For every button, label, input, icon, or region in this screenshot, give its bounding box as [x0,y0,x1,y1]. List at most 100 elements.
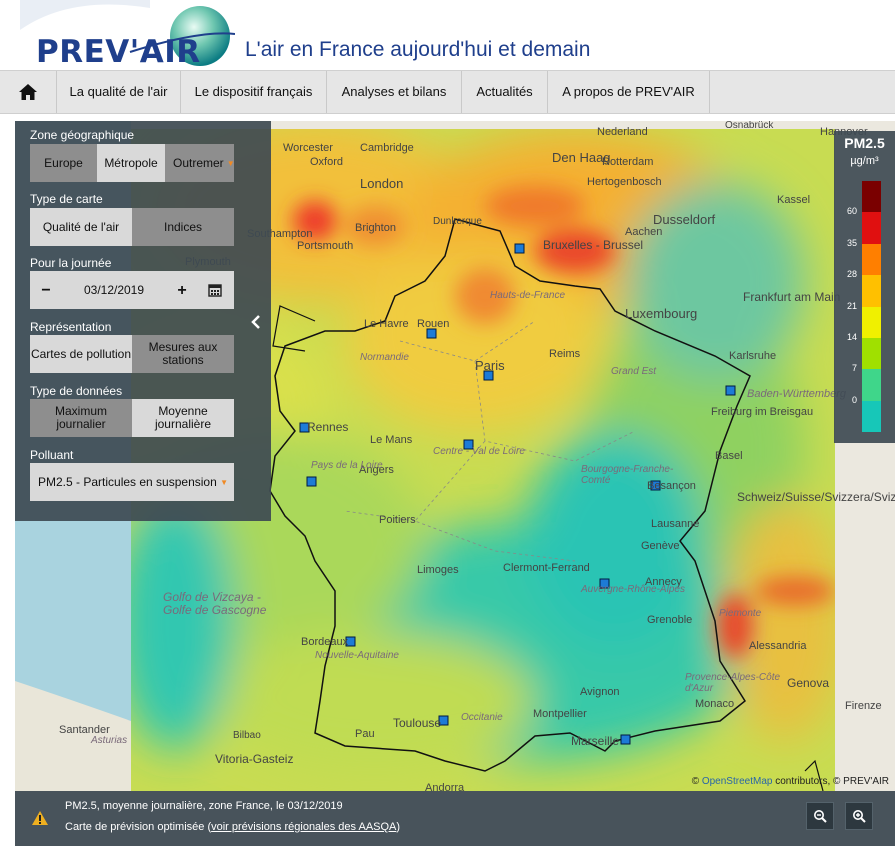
city-label: Montpellier [533,708,587,720]
city-label: Lausanne [651,518,700,530]
header: PREV'AIR L'air en France aujourd'hui et … [0,0,895,70]
legend-tick-label: 21 [846,300,857,311]
representation-mesures-button[interactable]: Mesures aux stations [132,335,234,373]
zoom-in-icon [853,810,866,823]
city-label: Firenze [845,700,882,712]
city-label: Osnabrück [725,121,774,131]
city-label: Dusseldorf [653,212,716,227]
legend-color-step [862,337,881,370]
date-increment-button[interactable]: + [172,282,192,298]
map-type-qualite-button[interactable]: Qualité de l'air [30,208,132,246]
nav-actualites[interactable]: Actualités [462,71,548,113]
station-marker [725,385,736,396]
date-decrement-button[interactable]: − [36,282,56,298]
legend-tick-label: 14 [846,331,857,342]
calendar-icon [207,284,222,297]
city-label: Paris [475,358,505,373]
nav-home[interactable] [0,71,57,113]
city-label: Brighton [355,222,396,234]
aasqa-forecast-link[interactable]: voir prévisions régionales des AASQA [211,821,396,833]
city-label: Baden-Württemberg [747,388,847,400]
collapse-panel-button[interactable] [249,314,263,330]
city-label: Rennes [307,420,349,434]
day-label: Pour la journée [30,256,112,270]
warning-icon [32,811,48,825]
nav-analyses-bilans[interactable]: Analyses et bilans [327,71,462,113]
city-label: Pau [355,728,375,740]
legend-color-step [862,243,881,276]
city-label: Schweiz/Suisse/Svizzera/Svizra [737,490,895,504]
city-label: London [360,176,404,191]
city-label: Nouvelle-Aquitaine [315,650,399,661]
city-label: Marseille [571,734,620,748]
city-label: Genova [787,676,830,690]
city-label: Luxembourg [625,306,698,321]
city-label: Freiburg im Breisgau [711,406,814,418]
legend-tick-label: 60 [846,206,857,217]
data-type-maximum-button[interactable]: Maximum journalier [30,399,132,437]
date-value: 03/12/2019 [83,282,145,297]
zoom-out-button[interactable] [806,802,834,830]
city-label: Golfo de Vizcaya - Golfe de Gascogne [163,590,267,617]
city-label: Poitiers [379,514,416,526]
legend-color-step [862,400,881,432]
representation-cartes-button[interactable]: Cartes de pollution [30,335,132,373]
nav-dispositif-francais[interactable]: Le dispositif français [181,71,327,113]
city-label: Kassel [777,194,811,206]
pollutant-select[interactable]: PM2.5 - Particules en suspension ▼ [30,463,234,501]
city-label: Andorra [425,782,465,791]
legend-title: PM2.5 [844,135,885,151]
city-label: Portsmouth [297,240,354,252]
city-label: Bilbao [233,730,261,741]
station-marker [306,476,317,487]
legend-unit: µg/m³ [850,155,879,167]
map-type-label: Type de carte [30,192,103,206]
city-label: Grand Est [611,366,657,377]
city-label: Hertogenbosch [587,176,662,188]
control-panel: Zone géographique Europe Métropole Outre… [15,121,271,521]
caret-down-icon: ▼ [220,477,228,487]
forecast-note: Carte de prévision optimisée (voir prévi… [65,821,400,833]
map-attribution: © OpenStreetMap contributors, © PREV'AIR [692,776,889,787]
city-label: Grenoble [647,614,693,626]
forecast-note-prefix: Carte de prévision optimisée ( [65,821,212,833]
city-label: Rouen [417,318,450,330]
city-label: Normandie [360,352,409,363]
city-label: Karlsruhe [729,350,777,362]
city-label: Auvergne-Rhône-Alpes [581,584,685,595]
calendar-button[interactable] [195,271,234,309]
nav-a-propos[interactable]: A propos de PREV'AIR [548,71,710,113]
zone-outremer-dropdown[interactable]: Outremer ▼ [165,144,235,182]
attribution-osm-link[interactable]: OpenStreetMap [702,776,773,787]
city-label: Genève [641,540,680,552]
zoom-in-button[interactable] [845,802,873,830]
city-label: Monaco [695,698,735,710]
city-label: Bordeaux [301,636,349,648]
home-icon [19,84,37,100]
legend-color-step [862,275,881,307]
city-label: Worcester [283,142,333,154]
legend-tick-label: 28 [846,269,857,280]
map-type-indices-button[interactable]: Indices [132,208,234,246]
city-label: Le Havre [364,318,409,330]
zone-outremer-label: Outremer [173,155,224,170]
data-type-label: Type de données [30,384,123,398]
map-description: PM2.5, moyenne journalière, zone France,… [65,800,343,812]
zoom-out-icon [814,810,827,823]
date-stepper[interactable]: − 03/12/2019 + [30,271,198,309]
city-label: Piemonte [719,608,762,619]
attribution-suffix: contributors, © PREV'AIR [772,776,889,787]
zone-metropole-button[interactable]: Métropole [97,144,165,182]
city-label: Alessandria [749,640,807,652]
prevair-logo[interactable]: PREV'AIR [10,0,235,70]
nav-qualite-air[interactable]: La qualité de l'air [57,71,181,113]
data-type-moyenne-button[interactable]: Moyenne journalière [132,399,234,437]
pollutant-select-value: PM2.5 - Particules en suspension [38,474,217,489]
city-label: Asturias [91,735,128,746]
city-label: Oxford [310,156,344,168]
city-label: Frankfurt am Main [743,290,841,304]
legend-color-bar [862,181,881,432]
legend-tick-label: 0 [851,394,857,405]
station-marker [620,734,631,745]
zone-europe-button[interactable]: Europe [30,144,97,182]
